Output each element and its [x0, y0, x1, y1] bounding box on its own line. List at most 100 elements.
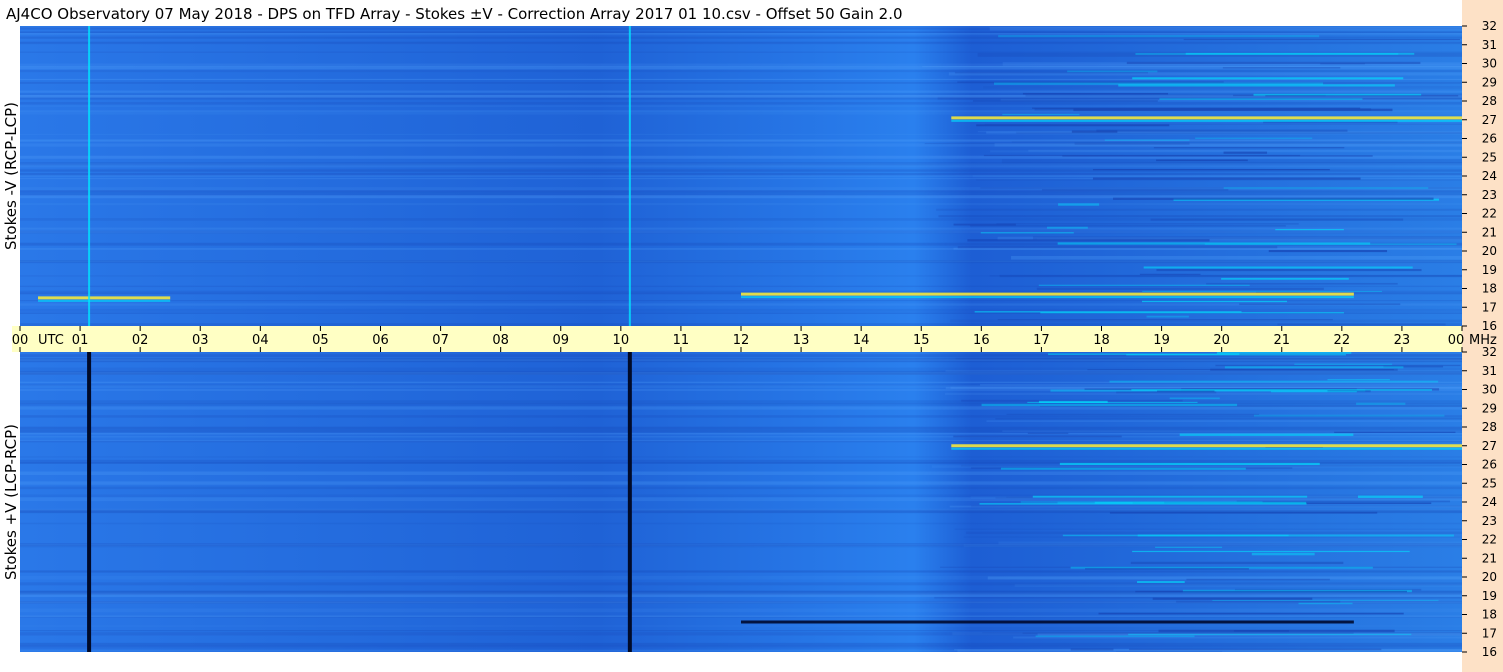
heatmap-band [998, 541, 1462, 545]
heatmap-band [20, 426, 1462, 430]
heatmap-streak [1156, 159, 1248, 162]
heatmap-band [980, 384, 1462, 386]
heatmap-streak [1034, 108, 1372, 111]
heatmap-band [20, 582, 1462, 586]
heatmap-band [20, 415, 1462, 418]
heatmap-band [20, 608, 1462, 613]
heatmap-streak [1298, 602, 1353, 605]
heatmap-band [1002, 430, 1462, 432]
heatmap-band [965, 531, 1462, 535]
heatmap-band [954, 528, 1462, 530]
heatmap-streak [1087, 369, 1394, 371]
heatmap-streak [1104, 139, 1190, 141]
burst-glow [741, 296, 1354, 299]
top-panel-ylabel-container: Stokes -V (RCP-LCP) [0, 26, 22, 326]
heatmap-streak [998, 35, 1320, 38]
heatmap-streak [1132, 550, 1410, 553]
heatmap-streak [1183, 38, 1460, 41]
heatmap-streak [1233, 630, 1289, 632]
heatmap-streak [1027, 432, 1069, 435]
heatmap-streak [976, 124, 1170, 127]
heatmap-streak [953, 223, 1016, 226]
heatmap-band [20, 456, 1462, 458]
heatmap-streak [1195, 137, 1313, 139]
heatmap-band [20, 203, 1462, 206]
heatmap-band [20, 230, 1462, 234]
heatmap-streak [1221, 277, 1349, 280]
heatmap-streak [1092, 168, 1330, 171]
heatmap-streak [1035, 635, 1195, 638]
heatmap-band [20, 371, 1462, 375]
heatmap-band [922, 66, 1462, 68]
heatmap-streak [994, 82, 1324, 85]
heatmap-band [20, 51, 1462, 54]
bottom-panel-ylabel-container: Stokes +V (LCP-RCP) [0, 352, 22, 652]
stokes-plus-v-heatmap [20, 352, 1462, 652]
burst-glow [38, 299, 171, 302]
heatmap-band [20, 173, 1462, 175]
heatmap-streak [1113, 197, 1434, 200]
heatmap-streak [1098, 612, 1404, 615]
heatmap-streak [1096, 129, 1348, 132]
heatmap-band [20, 133, 1462, 136]
heatmap-streak [953, 435, 1122, 438]
heatmap-band [995, 418, 1462, 420]
heatmap-streak [996, 223, 1299, 225]
heatmap-band [963, 536, 1462, 538]
heatmap-band [20, 440, 1462, 442]
heatmap-streak [1143, 266, 1413, 269]
heatmap-band [20, 41, 1462, 45]
heatmap-band [20, 26, 1462, 29]
heatmap-band [989, 275, 1462, 277]
heatmap-band [20, 436, 1462, 438]
heatmap-streak [1215, 364, 1461, 367]
heatmap-band [1033, 236, 1462, 240]
frequency-axis-strip [1462, 0, 1503, 672]
utc-time-axis [12, 326, 1462, 352]
heatmap-streak [1126, 354, 1346, 356]
heatmap-streak [1251, 552, 1315, 556]
heatmap-streak [1186, 578, 1330, 581]
heatmap-streak [1109, 380, 1439, 383]
burst-streak [951, 444, 1462, 448]
heatmap-streak [981, 403, 1238, 407]
heatmap-streak [1057, 242, 1371, 245]
bottom-panel-ylabel: Stokes +V (LCP-RCP) [2, 424, 20, 580]
chart-title: AJ4CO Observatory 07 May 2018 - DPS on T… [6, 5, 903, 23]
heatmap-band [20, 545, 1462, 548]
heatmap-band [20, 162, 1462, 166]
heatmap-streak [1135, 53, 1399, 55]
heatmap-band [20, 70, 1462, 73]
heatmap-band [20, 227, 1462, 230]
heatmap-streak [1070, 648, 1114, 651]
time-marker-line [628, 26, 631, 326]
heatmap-band [20, 471, 1462, 475]
stokes-minus-v-heatmap [20, 26, 1462, 326]
heatmap-streak [1032, 495, 1308, 498]
heatmap-streak [1109, 511, 1378, 514]
heatmap-streak [1036, 287, 1324, 290]
heatmap-band [20, 359, 1462, 361]
heatmap-band [986, 131, 1462, 134]
heatmap-band [20, 486, 1462, 490]
heatmap-streak [1139, 273, 1201, 275]
heatmap-streak [1146, 315, 1189, 318]
heatmap-streak [957, 246, 1278, 249]
heatmap-streak [1357, 495, 1423, 498]
heatmap-streak [1159, 98, 1363, 101]
heatmap-streak [1046, 226, 1088, 229]
heatmap-streak [1041, 189, 1229, 191]
heatmap-band [20, 593, 1462, 595]
burst-streak [38, 296, 171, 300]
heatmap-band [20, 645, 1462, 649]
heatmap-streak [1169, 397, 1220, 400]
heatmap-streak [970, 225, 1286, 227]
heatmap-streak [1142, 290, 1382, 292]
heatmap-streak [1222, 67, 1341, 69]
heatmap-band [20, 260, 1462, 264]
heatmap-band [20, 615, 1462, 617]
burst-streak [741, 292, 1354, 296]
heatmap-band [972, 175, 1462, 178]
heatmap-streak [1022, 632, 1354, 634]
heatmap-streak [1334, 431, 1456, 433]
